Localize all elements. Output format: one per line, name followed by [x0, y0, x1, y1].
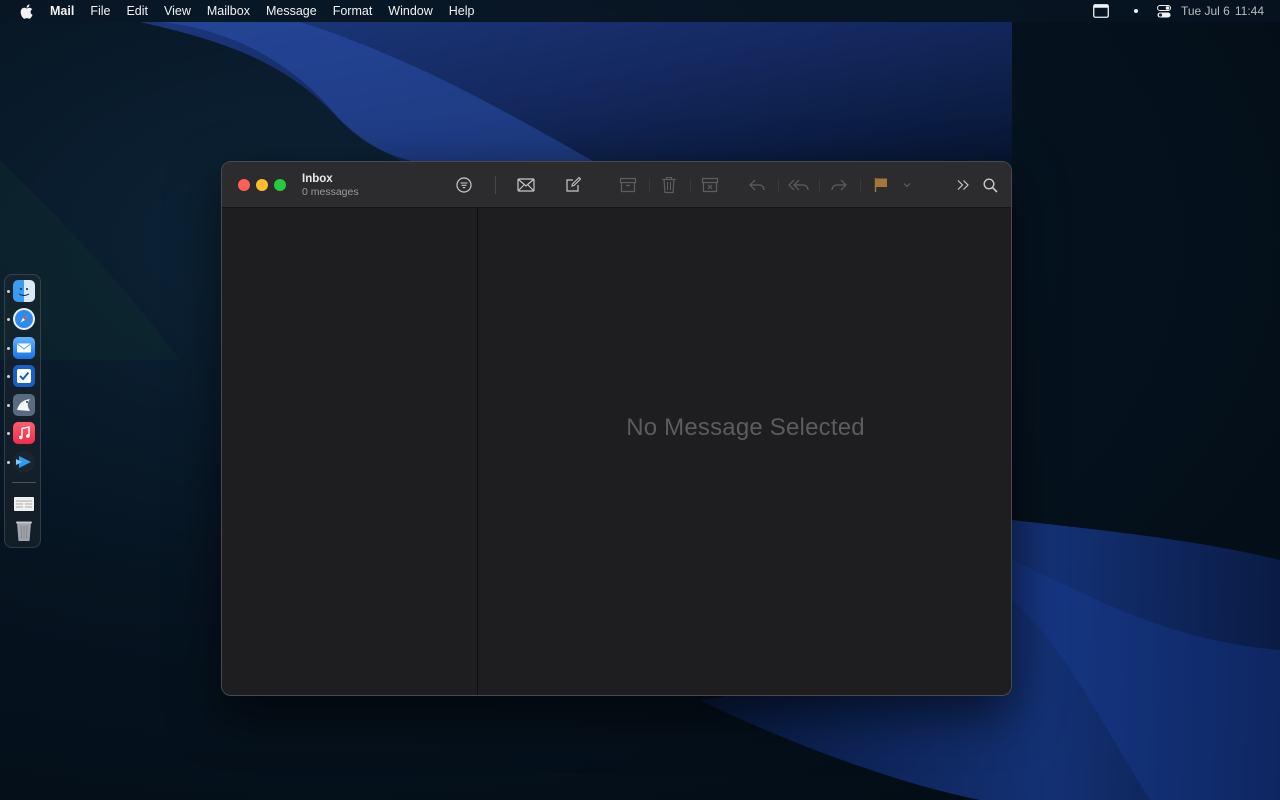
flag-button[interactable] — [871, 175, 891, 195]
search-button[interactable] — [980, 175, 1000, 195]
toolbar-separator — [690, 179, 691, 191]
menu-window[interactable]: Window — [380, 0, 440, 22]
mail-app-icon[interactable] — [13, 337, 35, 359]
menu-bar-clock[interactable]: Tue Jul 6 11:44 — [1181, 4, 1264, 18]
reminders-icon[interactable] — [13, 365, 35, 387]
apple-menu-icon[interactable] — [17, 0, 35, 22]
menu-view[interactable]: View — [156, 0, 199, 22]
reply-icon — [749, 179, 765, 191]
control-center-icon[interactable] — [1156, 4, 1171, 18]
archive-button[interactable] — [618, 175, 638, 195]
toolbar-separator — [778, 179, 779, 191]
running-indicator — [7, 404, 10, 407]
flag-icon — [874, 178, 887, 192]
forward-button[interactable] — [829, 175, 849, 195]
more-toolbar-button[interactable] — [953, 175, 973, 195]
clock-date: Tue Jul 6 — [1180, 4, 1230, 18]
status-dot-icon[interactable] — [1133, 8, 1139, 14]
search-icon — [982, 177, 998, 193]
mailbox-title: Inbox — [302, 173, 333, 185]
compose-icon — [566, 176, 582, 192]
running-indicator — [7, 290, 10, 293]
menu-format[interactable]: Format — [325, 0, 381, 22]
message-list-pane[interactable] — [222, 208, 478, 695]
toolbar-separator — [649, 179, 650, 191]
window-switcher-icon[interactable] — [1093, 4, 1109, 18]
flag-menu-button[interactable] — [900, 175, 914, 195]
trash-dock-icon[interactable] — [13, 519, 35, 541]
running-indicator — [7, 318, 10, 321]
menu-file[interactable]: File — [82, 0, 118, 22]
dock — [4, 274, 41, 548]
infuse-icon[interactable] — [13, 451, 35, 473]
menu-mailbox[interactable]: Mailbox — [199, 0, 258, 22]
mailbox-title-block: Inbox 0 messages — [302, 172, 359, 199]
close-window-button[interactable] — [238, 179, 250, 191]
menu-app-name[interactable]: Mail — [46, 0, 82, 22]
minimize-window-button[interactable] — [256, 179, 268, 191]
junk-button[interactable] — [700, 175, 720, 195]
menu-edit[interactable]: Edit — [118, 0, 156, 22]
clock-time: 11:44 — [1234, 4, 1264, 18]
mail-window: Inbox 0 messages No Message Selected — [221, 161, 1012, 696]
menu-message[interactable]: Message — [258, 0, 325, 22]
downloads-stack-icon[interactable] — [13, 493, 35, 515]
message-viewer-pane: No Message Selected — [479, 208, 1011, 695]
flag-menu-chevron-icon — [903, 183, 911, 188]
safari-icon[interactable] — [13, 308, 35, 330]
trash-icon — [662, 176, 676, 194]
junk-icon — [701, 177, 719, 193]
running-indicator — [7, 461, 10, 464]
message-count: 0 messages — [302, 186, 359, 198]
delete-button[interactable] — [659, 175, 679, 195]
dock-separator — [12, 482, 36, 483]
zoom-window-button[interactable] — [274, 179, 286, 191]
running-indicator — [7, 347, 10, 350]
menu-bar: Mail File Edit View Mailbox Message Form… — [0, 0, 1280, 22]
menu-help[interactable]: Help — [441, 0, 483, 22]
preview-icon[interactable] — [13, 394, 35, 416]
reply-button[interactable] — [747, 175, 767, 195]
filter-icon — [456, 177, 472, 193]
toolbar-separator — [860, 179, 861, 191]
reply-all-icon — [788, 179, 809, 191]
running-indicator — [7, 375, 10, 378]
toolbar-separator — [495, 176, 496, 194]
toolbar-separator — [819, 179, 820, 191]
no-message-selected-text: No Message Selected — [626, 414, 865, 441]
finder-icon[interactable] — [13, 280, 35, 302]
music-icon[interactable] — [13, 422, 35, 444]
running-indicator — [7, 432, 10, 435]
window-toolbar: Inbox 0 messages — [222, 162, 1011, 208]
archive-icon — [619, 177, 637, 193]
more-icon — [957, 180, 969, 190]
forward-icon — [831, 179, 847, 191]
filter-button[interactable] — [454, 175, 474, 195]
get-mail-button[interactable] — [516, 175, 536, 195]
reply-all-button[interactable] — [787, 175, 811, 195]
get-mail-icon — [517, 178, 535, 192]
compose-button[interactable] — [563, 175, 583, 195]
